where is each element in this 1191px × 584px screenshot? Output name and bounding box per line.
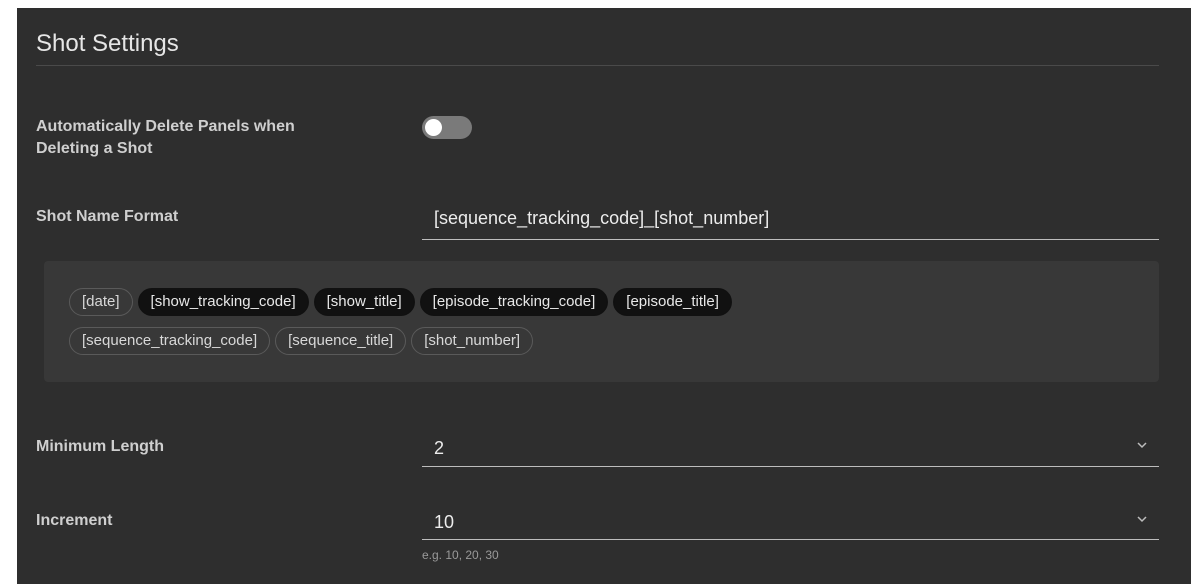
token-list: [date] [show_tracking_code] [show_title] [e… <box>44 261 1159 382</box>
minimum-length-label: Minimum Length <box>36 438 164 455</box>
token-chip[interactable]: [sequence_tracking_code] <box>69 327 271 355</box>
token-chip[interactable]: [sequence_title] <box>275 327 407 355</box>
chevron-down-icon <box>1137 516 1147 523</box>
token-chip[interactable]: [date] <box>69 288 133 316</box>
auto-delete-label: Automatically Delete Panels when Deletin… <box>36 116 295 160</box>
auto-delete-label-line2: Deleting a Shot <box>36 140 153 157</box>
minimum-length-select[interactable]: 2 <box>422 434 1159 467</box>
toggle-knob <box>425 119 442 136</box>
shot-name-format-label: Shot Name Format <box>36 208 179 225</box>
token-row-2: [sequence_tracking_code] [sequence_title]… <box>69 327 534 355</box>
increment-label: Increment <box>36 512 113 529</box>
minimum-length-value: 2 <box>434 438 445 458</box>
increment-hint: e.g. 10, 20, 30 <box>422 548 499 562</box>
increment-value: 10 <box>434 512 455 532</box>
shot-name-format-value: [sequence_tracking_code]_[shot_number] <box>434 208 770 228</box>
shot-name-format-input[interactable]: [sequence_tracking_code]_[shot_number] <box>422 204 1159 240</box>
token-chip[interactable]: [show_tracking_code] <box>137 288 309 316</box>
token-chip[interactable]: [episode_tracking_code] <box>419 288 609 316</box>
token-row-1: [date] [show_tracking_code] [show_title] [e… <box>69 288 732 316</box>
section-title: Shot Settings <box>36 30 179 57</box>
token-chip[interactable]: [episode_title] <box>613 288 732 316</box>
auto-delete-toggle[interactable] <box>422 116 472 139</box>
auto-delete-label-line1: Automatically Delete Panels when <box>36 118 295 135</box>
title-divider <box>36 65 1159 66</box>
increment-select[interactable]: 10 <box>422 508 1159 540</box>
token-chip[interactable]: [show_title] <box>313 288 415 316</box>
chevron-down-icon <box>1137 442 1147 449</box>
token-chip[interactable]: [shot_number] <box>411 327 534 355</box>
shot-settings-panel: Shot Settings Automatically Delete Panel… <box>17 8 1191 584</box>
